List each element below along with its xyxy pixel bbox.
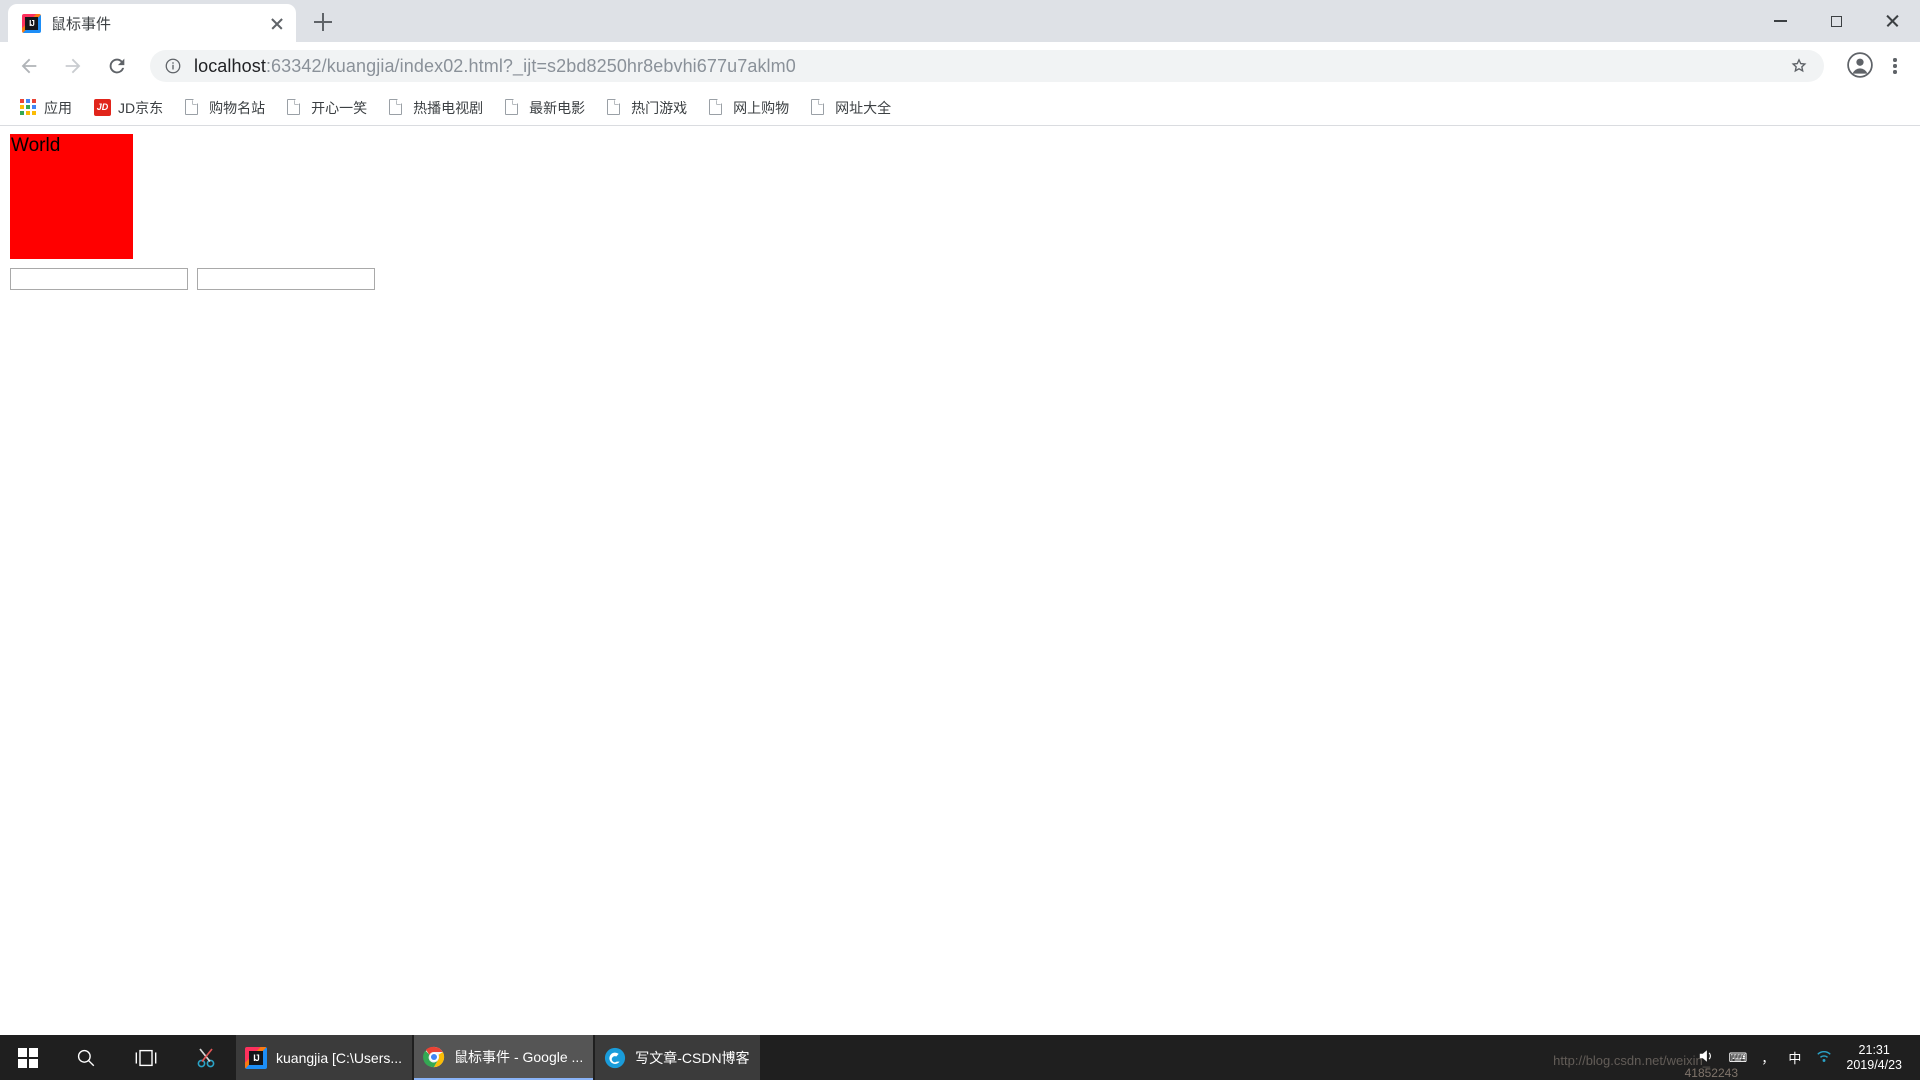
window-controls bbox=[1752, 0, 1920, 42]
bookmark-label: JD京东 bbox=[118, 99, 164, 116]
apps-grid-icon bbox=[20, 99, 37, 116]
forward-button[interactable] bbox=[56, 49, 90, 83]
bookmark-label: 购物名站 bbox=[209, 99, 266, 116]
bookmark-label: 网址大全 bbox=[835, 99, 892, 116]
bookmark-wangzhidaquan[interactable]: 网址大全 bbox=[803, 95, 899, 121]
url-path: :63342/kuangjia/index02.html?_ijt=s2bd82… bbox=[265, 55, 796, 76]
three-dots-menu-icon[interactable] bbox=[1882, 51, 1908, 81]
clock-time: 21:31 bbox=[1858, 1042, 1890, 1057]
ime-keyboard-icon[interactable]: ⌨ bbox=[1722, 1050, 1755, 1066]
favicon-letters: IJ bbox=[25, 16, 38, 30]
csdn-watermark: http://blog.csdn.net/weixin_ 41852243 bbox=[1553, 1053, 1738, 1080]
intellij-idea-favicon: IJ bbox=[22, 13, 41, 33]
document-icon bbox=[607, 98, 624, 116]
taskbar-item-label: 写文章-CSDN博客 bbox=[635, 1049, 750, 1066]
inputs-row bbox=[10, 268, 375, 290]
bookmark-gouwumingzhan[interactable]: 购物名站 bbox=[177, 95, 273, 121]
screen: IJ 鼠标事件 localhost:63342/kuangjia/index02… bbox=[0, 0, 1920, 1080]
red-box-label: World bbox=[11, 135, 61, 156]
windows-logo-icon bbox=[18, 1047, 38, 1068]
bookmark-rebodianshiju[interactable]: 热播电视剧 bbox=[381, 95, 491, 121]
system-tray: ⌨ ， 中 21:31 2019/4/23 bbox=[1690, 1035, 1920, 1080]
intellij-idea-icon: IJ bbox=[245, 1046, 267, 1069]
minimize-button[interactable] bbox=[1752, 0, 1808, 42]
tab-title: 鼠标事件 bbox=[51, 15, 112, 33]
bookmark-star-icon[interactable] bbox=[1788, 55, 1810, 77]
new-tab-button[interactable] bbox=[306, 5, 340, 39]
task-view-icon[interactable] bbox=[116, 1035, 176, 1080]
bookmark-apps[interactable]: 应用 bbox=[12, 95, 80, 121]
search-icon[interactable] bbox=[56, 1035, 116, 1080]
account-avatar-icon[interactable] bbox=[1846, 51, 1876, 81]
snipping-tool-icon[interactable] bbox=[176, 1035, 236, 1080]
page-viewport: World bbox=[0, 126, 1920, 1035]
document-icon bbox=[505, 98, 522, 116]
url-host: localhost bbox=[194, 55, 266, 76]
reload-button[interactable] bbox=[100, 49, 134, 83]
bookmark-label: 应用 bbox=[44, 99, 72, 116]
bookmarks-bar: 应用 JD JD京东 购物名站 开心一笑 热播电视剧 最新电影 热门游戏 网上购… bbox=[0, 90, 1920, 126]
document-icon bbox=[709, 98, 726, 116]
bookmark-kaixinyixiao[interactable]: 开心一笑 bbox=[279, 95, 375, 121]
forward-arrow-icon bbox=[65, 58, 81, 74]
taskbar-item-kuangjia[interactable]: IJ kuangjia [C:\Users... bbox=[236, 1035, 413, 1080]
reload-icon bbox=[109, 58, 125, 74]
bookmark-label: 热门游戏 bbox=[631, 99, 688, 116]
jd-icon: JD bbox=[94, 99, 111, 116]
document-icon bbox=[185, 98, 202, 116]
browser-toolbar: localhost:63342/kuangjia/index02.html?_i… bbox=[0, 42, 1920, 90]
close-window-button[interactable] bbox=[1864, 0, 1920, 42]
taskbar-item-chrome[interactable]: 鼠标事件 - Google ... bbox=[414, 1035, 594, 1080]
csdn-icon bbox=[604, 1047, 626, 1069]
speaker-icon[interactable] bbox=[1690, 1048, 1722, 1067]
close-tab-icon[interactable] bbox=[266, 12, 288, 34]
document-icon bbox=[287, 98, 304, 116]
back-button[interactable] bbox=[12, 49, 46, 83]
start-button[interactable] bbox=[0, 1035, 56, 1080]
taskbar-item-label: kuangjia [C:\Users... bbox=[276, 1049, 403, 1066]
chrome-icon bbox=[423, 1046, 445, 1068]
text-input-one[interactable] bbox=[10, 268, 188, 290]
clock-date: 2019/4/23 bbox=[1846, 1057, 1902, 1072]
network-icon[interactable] bbox=[1808, 1048, 1840, 1067]
windows-taskbar: IJ kuangjia [C:\Users... 鼠标事件 - Google .… bbox=[0, 1035, 1920, 1080]
page-info-icon[interactable] bbox=[164, 57, 182, 75]
bookmark-label: 网上购物 bbox=[733, 99, 790, 116]
taskbar-clock[interactable]: 21:31 2019/4/23 bbox=[1840, 1043, 1912, 1073]
taskbar-item-csdn[interactable]: 写文章-CSDN博客 bbox=[595, 1035, 760, 1080]
bookmark-zuixindianying[interactable]: 最新电影 bbox=[497, 95, 593, 121]
watermark-line-1: http://blog.csdn.net/weixin_ bbox=[1553, 1053, 1710, 1068]
ime-punctuation-icon[interactable]: ， bbox=[1754, 1048, 1781, 1067]
chrome-browser-window: IJ 鼠标事件 localhost:63342/kuangjia/index02… bbox=[0, 0, 1920, 1035]
taskbar-item-label: 鼠标事件 - Google ... bbox=[454, 1048, 584, 1065]
bookmark-label: 最新电影 bbox=[529, 99, 586, 116]
ime-mode-indicator[interactable]: 中 bbox=[1781, 1048, 1808, 1067]
document-icon bbox=[389, 98, 406, 116]
browser-tab[interactable]: IJ 鼠标事件 bbox=[8, 4, 296, 42]
red-event-box[interactable]: World bbox=[10, 134, 133, 259]
bookmark-label: 热播电视剧 bbox=[413, 99, 484, 116]
bookmark-label: 开心一笑 bbox=[311, 99, 368, 116]
bookmark-jd[interactable]: JD JD京东 bbox=[86, 95, 171, 121]
tab-strip: IJ 鼠标事件 bbox=[0, 0, 1920, 42]
bookmark-remenyouxi[interactable]: 热门游戏 bbox=[599, 95, 695, 121]
bookmark-wangshanggouwu[interactable]: 网上购物 bbox=[701, 95, 797, 121]
back-arrow-icon bbox=[21, 58, 37, 74]
text-input-two[interactable] bbox=[197, 268, 375, 290]
url-text: localhost:63342/kuangjia/index02.html?_i… bbox=[194, 56, 1788, 77]
document-icon bbox=[811, 98, 828, 116]
maximize-button[interactable] bbox=[1808, 0, 1864, 42]
address-bar[interactable]: localhost:63342/kuangjia/index02.html?_i… bbox=[150, 50, 1824, 82]
